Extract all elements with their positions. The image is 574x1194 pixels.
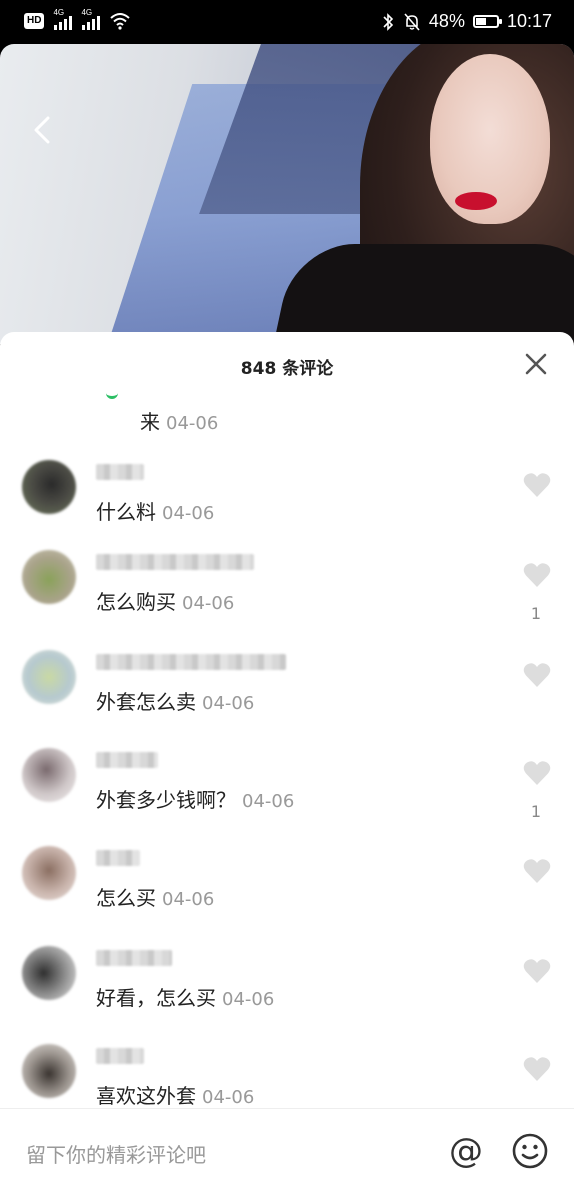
partial-avatar-edge bbox=[106, 390, 118, 399]
avatar[interactable] bbox=[22, 550, 76, 604]
battery-icon bbox=[472, 15, 502, 28]
avatar[interactable] bbox=[22, 846, 76, 900]
comment-body: 怎么买 04-06 bbox=[96, 882, 214, 911]
heart-icon[interactable] bbox=[522, 758, 552, 788]
comment-item: 怎么买 04-06 bbox=[0, 846, 574, 944]
comment-body: 外套怎么卖 04-06 bbox=[96, 686, 254, 715]
comment-item: 外套多少钱啊？ 04-06 1 bbox=[0, 748, 574, 846]
avatar[interactable] bbox=[22, 460, 76, 514]
heart-icon[interactable] bbox=[522, 856, 552, 886]
username-blurred[interactable] bbox=[96, 1048, 144, 1064]
avatar[interactable] bbox=[22, 748, 76, 802]
comment-text: 来 bbox=[140, 410, 160, 434]
smiley-icon[interactable] bbox=[510, 1131, 550, 1171]
hd-badge: HD bbox=[24, 13, 45, 29]
username-blurred[interactable] bbox=[96, 950, 172, 966]
comment-text: 什么料 bbox=[96, 500, 156, 524]
like-count: 1 bbox=[530, 604, 542, 623]
comment-body: 什么料 04-06 bbox=[96, 496, 214, 525]
comment-text: 外套怎么卖 bbox=[96, 690, 196, 714]
video-player[interactable] bbox=[0, 44, 574, 344]
status-bar: HD 4G 4G 48% 10:17 bbox=[0, 0, 574, 44]
comment-body: 外套多少钱啊？ 04-06 bbox=[96, 784, 294, 813]
comment-text: 外套多少钱啊？ bbox=[96, 788, 236, 812]
username-blurred[interactable] bbox=[96, 850, 140, 866]
comment-date: 04-06 bbox=[202, 693, 255, 714]
avatar[interactable] bbox=[22, 1044, 76, 1098]
video-person-body bbox=[265, 244, 574, 344]
partial-comment: 来 04-06 bbox=[140, 406, 218, 435]
bell-off-icon bbox=[404, 12, 420, 31]
username-blurred[interactable] bbox=[96, 752, 158, 768]
like-count: 1 bbox=[530, 802, 542, 821]
signal-icon: 4G bbox=[81, 8, 101, 30]
mention-at-icon[interactable]: @ bbox=[446, 1131, 486, 1171]
comment-text: 怎么买 bbox=[96, 886, 156, 910]
username-blurred[interactable] bbox=[96, 464, 144, 480]
comment-text: 怎么购买 bbox=[96, 590, 176, 614]
comments-panel: 848 条评论 来 04-06 什么料 04-06 怎么购买 04-06 1 外套怎么… bbox=[0, 332, 574, 1194]
comment-item: 怎么购买 04-06 1 bbox=[0, 550, 574, 648]
username-blurred[interactable] bbox=[96, 654, 286, 670]
comments-header: 848 条评论 bbox=[0, 332, 574, 394]
comments-count-title: 848 条评论 bbox=[240, 359, 334, 379]
signal-icon: 4G bbox=[53, 8, 73, 30]
comment-date: 04-06 bbox=[162, 889, 215, 910]
avatar[interactable] bbox=[22, 946, 76, 1000]
avatar[interactable] bbox=[22, 650, 76, 704]
comment-date: 04-06 bbox=[222, 989, 275, 1010]
comment-text: 喜欢这外套 bbox=[96, 1084, 196, 1108]
comment-date: 04-06 bbox=[202, 1087, 255, 1108]
comment-text: 好看，怎么买 bbox=[96, 986, 216, 1010]
vibrate-icon bbox=[383, 12, 394, 31]
close-icon[interactable] bbox=[524, 352, 548, 376]
heart-icon[interactable] bbox=[522, 1054, 552, 1084]
battery-percent: 48% bbox=[428, 11, 465, 31]
comment-input-bar: 留下你的精彩评论吧 @ bbox=[0, 1108, 574, 1194]
comment-date: 04-06 bbox=[242, 791, 295, 812]
clock: 10:17 bbox=[506, 11, 552, 31]
comment-date: 04-06 bbox=[182, 593, 235, 614]
heart-icon[interactable] bbox=[522, 660, 552, 690]
comment-body: 喜欢这外套 04-06 bbox=[96, 1080, 254, 1109]
signal-label: 4G bbox=[81, 8, 93, 17]
heart-icon[interactable] bbox=[522, 470, 552, 500]
comment-body: 怎么购买 04-06 bbox=[96, 586, 234, 615]
comment-body: 好看，怎么买 04-06 bbox=[96, 982, 274, 1011]
username-blurred[interactable] bbox=[96, 554, 254, 570]
comment-input[interactable]: 留下你的精彩评论吧 bbox=[26, 1139, 206, 1168]
comment-date: 04-06 bbox=[162, 503, 215, 524]
back-icon[interactable] bbox=[24, 110, 64, 150]
wifi-icon bbox=[110, 13, 131, 30]
comment-item: 什么料 04-06 bbox=[0, 460, 574, 558]
heart-icon[interactable] bbox=[522, 956, 552, 986]
comment-item: 外套怎么卖 04-06 bbox=[0, 650, 574, 748]
video-person-lips bbox=[455, 192, 497, 210]
comment-item: 好看，怎么买 04-06 bbox=[0, 946, 574, 1044]
heart-icon[interactable] bbox=[522, 560, 552, 590]
comment-date: 04-06 bbox=[166, 413, 219, 434]
signal-label: 4G bbox=[53, 8, 65, 17]
